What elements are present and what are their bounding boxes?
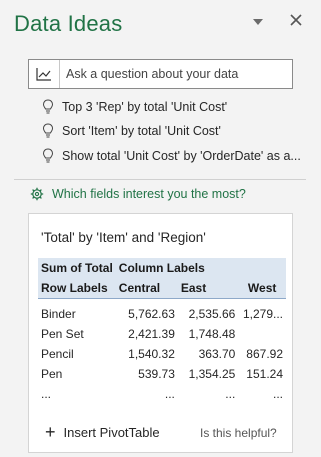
pivot-header-cell: West — [238, 278, 286, 299]
table-row: Pen Set 2,421.39 1,748.48 — [38, 324, 286, 344]
value-cell: 1,354.25 — [188, 367, 236, 381]
lightbulb-icon — [42, 99, 54, 114]
value-cell: ... — [164, 387, 175, 401]
pivot-header-row: Sum of Total Column Labels — [38, 258, 286, 278]
pivot-table-preview: Sum of Total Column Labels Row Labels Ce… — [38, 258, 286, 404]
plus-icon: + — [45, 422, 56, 442]
lightbulb-icon — [42, 123, 54, 138]
value-cell: 151.24 — [246, 367, 283, 381]
table-row: Binder 5,762.63 2,535.66 1,279... — [38, 304, 286, 324]
pivot-header-cell: Sum of Total — [38, 258, 116, 278]
ask-question-box[interactable] — [28, 59, 293, 89]
pivot-header-cell: Column Labels — [115, 258, 286, 278]
value-cell: 867.92 — [246, 347, 283, 361]
value-cell: 1,748.48 — [188, 327, 236, 341]
table-row: ... ... ... ... — [38, 384, 286, 404]
value-cell: 2,535.66 — [188, 307, 236, 321]
fields-interest-link[interactable]: Which fields interest you the most? — [30, 184, 246, 204]
idea-card: 'Total' by 'Item' and 'Region' Sum of To… — [28, 213, 293, 453]
fields-interest-label: Which fields interest you the most? — [52, 187, 246, 201]
chart-icon — [29, 60, 60, 88]
value-cell: 1,540.32 — [128, 347, 175, 361]
table-row: Pencil 1,540.32 363.70 867.92 — [38, 344, 286, 364]
suggestion-label: Show total 'Unit Cost' by 'OrderDate' as… — [62, 149, 301, 163]
row-label-cell: Pencil — [41, 347, 74, 361]
card-title: 'Total' by 'Item' and 'Region' — [41, 230, 206, 245]
row-label-cell: Pen — [41, 367, 63, 381]
value-cell: ... — [272, 387, 283, 401]
pivot-header-row: Row Labels Central East West — [38, 278, 286, 299]
gear-icon — [30, 187, 44, 201]
pane-header: Data Ideas — [14, 10, 314, 40]
value-cell: 363.70 — [198, 347, 236, 361]
value-cell: 2,421.39 — [128, 327, 175, 341]
insert-pivottable-button[interactable]: + Insert PivotTable — [45, 423, 160, 441]
suggestion-item[interactable]: Top 3 'Rep' by total 'Unit Cost' — [42, 97, 312, 117]
value-cell: 5,762.63 — [128, 307, 175, 321]
value-cell: ... — [225, 387, 236, 401]
row-label-cell: ... — [41, 387, 52, 401]
value-cell — [238, 324, 286, 344]
pivot-header-cell: Central — [115, 278, 178, 299]
ask-question-input[interactable] — [60, 66, 288, 82]
table-row: Pen 539.73 1,354.25 151.24 — [38, 364, 286, 384]
pivot-header-cell: Row Labels — [38, 278, 116, 299]
suggestion-item[interactable]: Show total 'Unit Cost' by 'OrderDate' as… — [42, 146, 312, 166]
suggestion-item[interactable]: Sort 'Item' by total 'Unit Cost' — [42, 121, 312, 141]
suggestion-label: Top 3 'Rep' by total 'Unit Cost' — [62, 100, 228, 114]
row-label-cell: Binder — [41, 307, 76, 321]
value-cell: 539.73 — [138, 367, 175, 381]
insert-pivottable-label: Insert PivotTable — [63, 424, 160, 440]
chevron-down-icon[interactable] — [251, 16, 265, 28]
pivot-header-cell: East — [177, 278, 239, 299]
suggestion-label: Sort 'Item' by total 'Unit Cost' — [62, 124, 221, 138]
is-this-helpful-link[interactable]: Is this helpful? — [200, 426, 277, 440]
row-label-cell: Pen Set — [41, 327, 84, 341]
value-cell: 1,279... — [242, 307, 283, 321]
close-icon[interactable] — [288, 12, 304, 28]
pane-title: Data Ideas — [14, 11, 123, 36]
section-divider — [14, 179, 306, 180]
lightbulb-icon — [42, 148, 54, 163]
